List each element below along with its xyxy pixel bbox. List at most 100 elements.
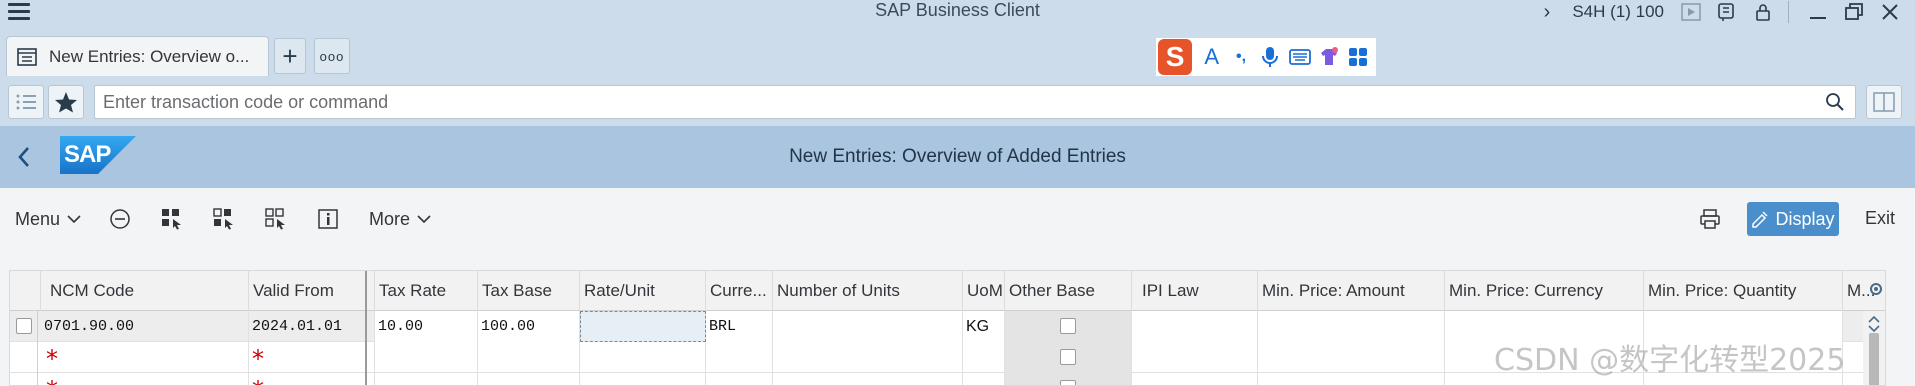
display-button[interactable]: Display bbox=[1747, 202, 1839, 236]
close-icon[interactable] bbox=[1879, 2, 1901, 22]
cell-tax-rate[interactable] bbox=[375, 373, 478, 385]
information-button[interactable] bbox=[317, 206, 339, 232]
menu-button[interactable]: Menu bbox=[15, 206, 83, 232]
row-checkbox[interactable] bbox=[16, 318, 32, 334]
required-marker: * bbox=[252, 376, 264, 385]
cell-tax-base[interactable]: 100.00 bbox=[478, 311, 580, 342]
column-min-price-amount[interactable]: Min. Price: Amount bbox=[1258, 271, 1445, 311]
cell-ncm-code[interactable]: * bbox=[41, 342, 249, 373]
ime-text-tool[interactable]: A bbox=[1200, 44, 1223, 70]
cell-ipi-law[interactable] bbox=[1132, 342, 1258, 373]
column-rate-unit[interactable]: Rate/Unit bbox=[580, 271, 706, 311]
printer-icon bbox=[1700, 209, 1720, 229]
cell-rate-unit[interactable] bbox=[580, 311, 706, 342]
other-base-checkbox[interactable] bbox=[1060, 349, 1076, 365]
command-input[interactable]: Enter transaction code or command bbox=[94, 85, 1856, 119]
cell-currency[interactable]: BRL bbox=[706, 311, 773, 342]
cell-ipi-law[interactable] bbox=[1132, 311, 1258, 342]
tab-new-entries[interactable]: New Entries: Overview o... bbox=[6, 36, 269, 76]
cell-ncm-code[interactable]: 0701.90.00 bbox=[41, 311, 249, 342]
cell-valid-from[interactable]: * bbox=[249, 342, 375, 373]
cell-tax-base[interactable] bbox=[478, 373, 580, 385]
column-ncm-code[interactable]: NCM Code bbox=[41, 271, 249, 311]
ime-punctuation-tool[interactable]: •, bbox=[1229, 44, 1252, 70]
other-base-checkbox[interactable] bbox=[1060, 380, 1076, 385]
play-icon[interactable] bbox=[1680, 2, 1702, 22]
row-selector[interactable] bbox=[10, 342, 38, 373]
cell-number-of-units[interactable] bbox=[773, 342, 963, 373]
more-button[interactable]: More bbox=[369, 206, 433, 232]
chevron-right-icon[interactable]: › bbox=[1544, 2, 1551, 22]
exit-button[interactable]: Exit bbox=[1865, 208, 1895, 229]
cell-uom[interactable]: KG bbox=[963, 311, 1005, 342]
row-selector[interactable] bbox=[10, 311, 38, 342]
side-panel-button[interactable] bbox=[1866, 85, 1902, 119]
cell-min-price-amount[interactable] bbox=[1258, 311, 1445, 342]
column-uom[interactable]: UoM bbox=[963, 271, 1005, 311]
keyboard-icon[interactable] bbox=[1288, 44, 1311, 70]
cell-other-base bbox=[1005, 311, 1132, 342]
select-block-button[interactable] bbox=[213, 206, 235, 232]
lock-icon[interactable] bbox=[1752, 2, 1774, 22]
column-min-price-currency[interactable]: Min. Price: Currency bbox=[1445, 271, 1644, 311]
more-label: More bbox=[369, 208, 411, 229]
skin-icon[interactable] bbox=[1317, 44, 1340, 70]
deselect-all-button[interactable] bbox=[265, 206, 287, 232]
column-ipi-law[interactable]: IPI Law bbox=[1132, 271, 1258, 311]
restore-icon[interactable] bbox=[1843, 2, 1865, 22]
tab-bar: New Entries: Overview o... + ooo S A •, bbox=[0, 26, 1915, 78]
column-min-price-quantity[interactable]: Min. Price: Quantity bbox=[1644, 271, 1843, 311]
deselect-all-icon bbox=[265, 208, 285, 230]
column-tax-base[interactable]: Tax Base bbox=[478, 271, 580, 311]
row-selector[interactable] bbox=[10, 373, 38, 385]
cell-tax-base[interactable] bbox=[478, 342, 580, 373]
cell-rate-unit[interactable] bbox=[580, 373, 706, 385]
star-icon bbox=[55, 92, 77, 113]
vertical-scrollbar[interactable] bbox=[1863, 311, 1885, 385]
cell-min-price-amount[interactable] bbox=[1258, 342, 1445, 373]
cell-number-of-units[interactable] bbox=[773, 311, 963, 342]
minimize-icon[interactable] bbox=[1807, 2, 1829, 22]
cell-tax-rate[interactable]: 10.00 bbox=[375, 311, 478, 342]
toolbox-icon[interactable] bbox=[1347, 44, 1370, 70]
cell-currency[interactable] bbox=[706, 342, 773, 373]
select-all-button[interactable] bbox=[161, 206, 183, 232]
other-base-checkbox[interactable] bbox=[1060, 318, 1076, 334]
column-valid-from[interactable]: Valid From bbox=[249, 271, 375, 311]
column-number-of-units[interactable]: Number of Units bbox=[773, 271, 963, 311]
cell-ipi-law[interactable] bbox=[1132, 373, 1258, 385]
microphone-icon[interactable] bbox=[1259, 44, 1282, 70]
cell-other-base bbox=[1005, 342, 1132, 373]
scrollbar-thumb[interactable] bbox=[1869, 333, 1879, 385]
system-info[interactable]: S4H (1) 100 bbox=[1572, 2, 1664, 22]
cell-ncm-code[interactable]: * bbox=[41, 373, 249, 385]
frozen-column-divider bbox=[365, 271, 367, 385]
tab-label: New Entries: Overview o... bbox=[49, 46, 250, 66]
cell-valid-from[interactable]: 2024.01.01 bbox=[249, 311, 375, 342]
edit-glasses-icon bbox=[1752, 211, 1769, 228]
cell-valid-from[interactable]: * bbox=[249, 373, 375, 385]
favorites-button[interactable] bbox=[48, 85, 84, 119]
row-selector-header[interactable] bbox=[10, 271, 41, 311]
title-bar: SAP Business Client › S4H (1) 100 bbox=[0, 0, 1915, 26]
search-icon[interactable] bbox=[1825, 92, 1845, 117]
cell-tax-rate[interactable] bbox=[375, 342, 478, 373]
column-other-base[interactable]: Other Base bbox=[1005, 271, 1132, 311]
print-button[interactable] bbox=[1699, 208, 1721, 235]
notes-icon[interactable] bbox=[1716, 2, 1738, 22]
cell-rate-unit[interactable] bbox=[580, 342, 706, 373]
column-settings-icon[interactable] bbox=[1868, 281, 1884, 297]
column-tax-rate[interactable]: Tax Rate bbox=[375, 271, 478, 311]
cell-number-of-units[interactable] bbox=[773, 373, 963, 385]
cell-min-price-amount[interactable] bbox=[1258, 373, 1445, 385]
list-view-button[interactable] bbox=[8, 85, 44, 119]
cell-uom[interactable] bbox=[963, 342, 1005, 373]
cell-currency[interactable] bbox=[706, 373, 773, 385]
delete-row-button[interactable] bbox=[109, 206, 131, 232]
ime-logo[interactable]: S bbox=[1158, 39, 1193, 75]
required-marker: * bbox=[46, 376, 58, 385]
cell-uom[interactable] bbox=[963, 373, 1005, 385]
more-tabs-button[interactable]: ooo bbox=[314, 38, 350, 74]
column-currency[interactable]: Curre... bbox=[706, 271, 773, 311]
add-tab-button[interactable]: + bbox=[274, 38, 306, 74]
